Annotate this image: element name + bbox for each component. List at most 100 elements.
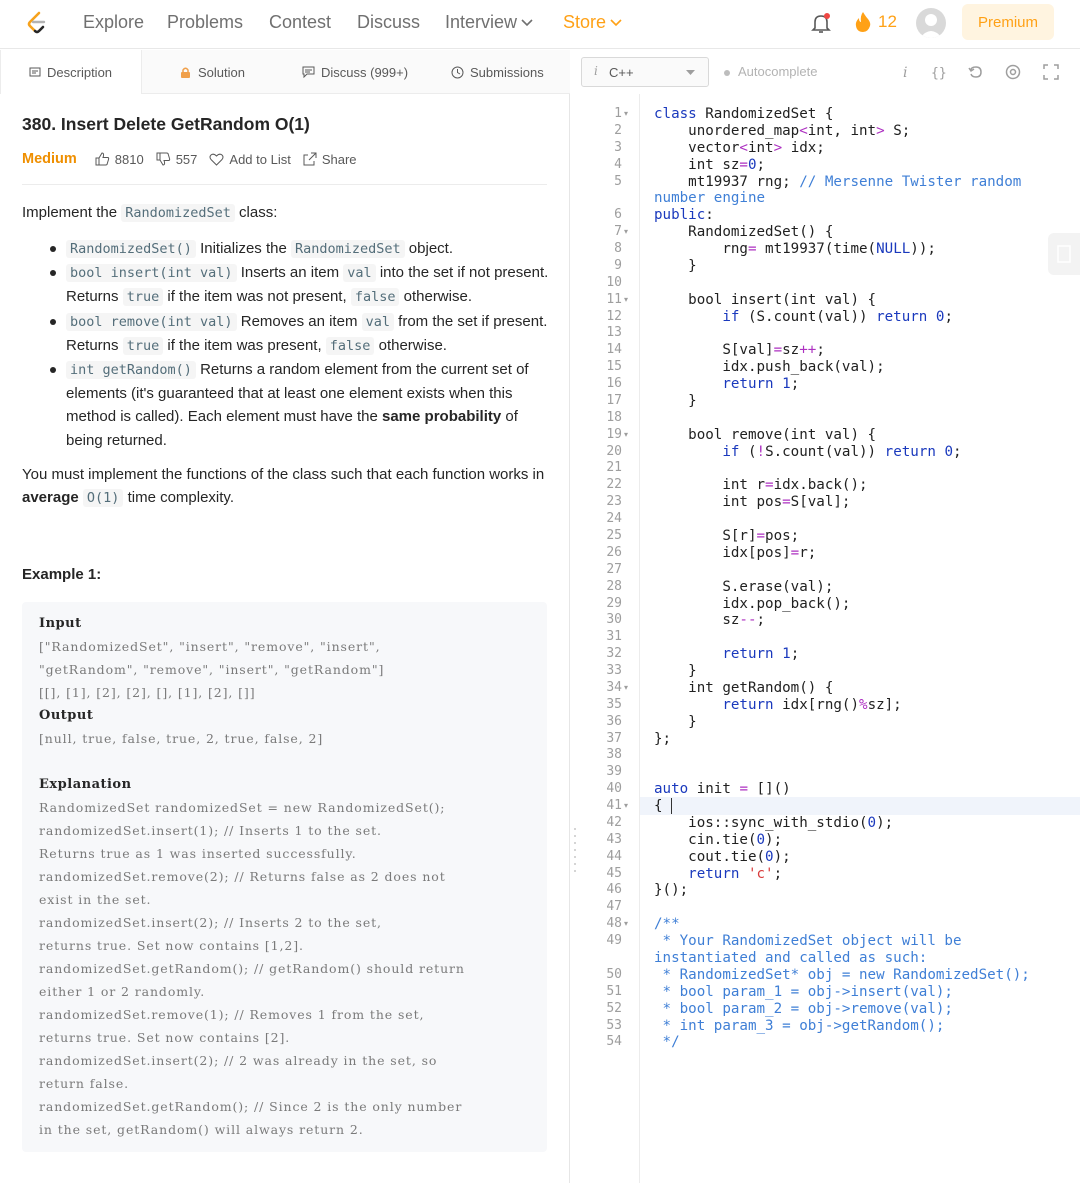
reset-icon[interactable] xyxy=(966,62,986,82)
code-token: (S.count(val)) xyxy=(747,308,877,325)
nav-contest[interactable]: Contest xyxy=(269,12,331,33)
notification-bell-icon[interactable] xyxy=(808,10,834,36)
code-line: S[r]=pos; xyxy=(654,528,799,544)
code-token: return xyxy=(884,443,945,460)
inline-code: RandomizedSet() xyxy=(66,240,196,258)
line-number: 13 xyxy=(606,325,622,341)
nav-problems[interactable]: Problems xyxy=(167,12,243,33)
code-line: mt19937 rng; // Mersenne Twister random xyxy=(654,174,1021,190)
code-token: = xyxy=(790,544,800,561)
code-token: cin.tie( xyxy=(654,831,757,848)
list-text: otherwise. xyxy=(399,288,472,306)
code-token: ); xyxy=(773,848,791,865)
code-line: idx[pos]=r; xyxy=(654,545,816,561)
fold-toggle-icon[interactable]: ▾ xyxy=(624,292,628,308)
leetcode-logo-icon[interactable] xyxy=(24,10,50,36)
code-token: int, int xyxy=(807,122,877,139)
code-line: * bool param_2 = obj->remove(val); xyxy=(654,1001,953,1017)
nav-explore[interactable]: Explore xyxy=(83,12,144,33)
fold-toggle-icon[interactable]: ▾ xyxy=(624,106,628,122)
code-token: // Mersenne Twister random xyxy=(799,173,1022,190)
code-token: S[r] xyxy=(654,528,757,544)
problem-tabbar: Description Solution Discuss (999+) Subm… xyxy=(0,50,570,94)
fold-toggle-icon[interactable]: ▾ xyxy=(624,224,628,240)
code-token: = xyxy=(765,477,774,494)
share-label: Share xyxy=(321,151,357,167)
inline-code: false xyxy=(350,288,400,307)
autocomplete-toggle[interactable]: Autocomplete xyxy=(724,64,818,79)
language-select-value: C++ xyxy=(609,65,634,80)
fold-toggle-icon[interactable]: ▾ xyxy=(624,680,628,696)
language-select[interactable]: i C++ xyxy=(581,57,709,87)
line-number: 11 xyxy=(606,291,622,307)
code-token: S.count(val)) xyxy=(765,443,885,460)
code-token: = xyxy=(739,156,748,173)
active-line-highlight xyxy=(640,797,1080,816)
code-token: return xyxy=(688,865,748,882)
line-number: 54 xyxy=(606,1034,622,1050)
avatar[interactable] xyxy=(916,8,946,38)
method-list: RandomizedSet() Initializes the Randomiz… xyxy=(44,237,552,452)
list-text: Initializes the xyxy=(195,240,291,257)
line-number: 23 xyxy=(606,494,622,510)
autocomplete-label: Autocomplete xyxy=(738,64,818,79)
code-line: class RandomizedSet { xyxy=(654,106,833,122)
inline-code: val xyxy=(361,312,394,331)
code-token: > xyxy=(773,139,791,156)
nav-store[interactable]: Store xyxy=(563,12,622,33)
code-token: } xyxy=(654,392,697,409)
line-number: 6 xyxy=(614,207,622,223)
line-number: 2 xyxy=(614,122,622,138)
line-number: 12 xyxy=(606,308,622,324)
code-token: S[val] xyxy=(654,342,774,359)
fold-toggle-icon[interactable]: ▾ xyxy=(624,916,628,932)
problem-title: 380. Insert Delete GetRandom O(1) xyxy=(22,114,310,134)
fold-toggle-icon[interactable]: ▾ xyxy=(624,798,628,814)
tab-discuss[interactable]: Discuss (999+) xyxy=(302,50,408,94)
premium-button[interactable]: Premium xyxy=(962,4,1054,40)
code-line: * Your RandomizedSet object will be xyxy=(654,933,962,949)
add-to-list-button[interactable]: Add to List xyxy=(209,151,291,167)
dislike-button[interactable]: 557 xyxy=(156,152,197,167)
nav-interview[interactable]: Interview xyxy=(445,12,533,33)
example-line: RandomizedSet randomizedSet = new Random… xyxy=(39,800,446,815)
code-token: r; xyxy=(799,544,817,561)
pane-resize-handle[interactable] xyxy=(572,826,578,878)
difficulty-badge: Medium xyxy=(22,151,77,167)
tab-solution[interactable]: Solution xyxy=(179,50,245,94)
code-token: idx; xyxy=(790,139,825,156)
add-to-list-label: Add to List xyxy=(229,151,291,167)
side-panel-toggle[interactable] xyxy=(1048,233,1080,275)
list-item: RandomizedSet() Initializes the Randomiz… xyxy=(44,237,552,261)
inline-code: val xyxy=(343,264,376,283)
code-editor[interactable]: 1 ▾ class RandomizedSet {2 unordered_map<i… xyxy=(570,94,1080,1183)
code-token: ; xyxy=(790,646,800,663)
info-icon[interactable]: i xyxy=(896,62,916,82)
fold-toggle-icon[interactable]: ▾ xyxy=(624,427,628,443)
line-number: 35 xyxy=(606,696,622,712)
streak-flame-icon[interactable] xyxy=(852,10,874,34)
tab-submissions[interactable]: Submissions xyxy=(451,50,544,94)
code-token: init xyxy=(696,781,740,798)
tab-description-label: Description xyxy=(47,64,113,80)
code-line: unordered_map<int, int> S; xyxy=(654,123,910,139)
nav-discuss[interactable]: Discuss xyxy=(357,12,420,33)
inline-code: true xyxy=(122,288,164,307)
code-token: 0 xyxy=(747,156,757,173)
line-number: 8 xyxy=(614,241,622,257)
like-button[interactable]: 8810 xyxy=(95,152,144,167)
tab-description[interactable]: Description xyxy=(0,50,142,94)
inline-code: true xyxy=(122,336,164,355)
inline-code: bool remove(int val) xyxy=(66,312,237,331)
share-button[interactable]: Share xyxy=(303,152,357,167)
fullscreen-icon[interactable] xyxy=(1041,62,1061,82)
example-line: Returns true as 1 was inserted successfu… xyxy=(39,846,357,861)
braces-icon[interactable]: {} xyxy=(929,62,949,82)
settings-icon[interactable] xyxy=(1003,62,1023,82)
code-editor-pane: i C++ Autocomplete i {} 1 ▾ class Randomiz… xyxy=(570,50,1080,1183)
line-number: 49 xyxy=(606,933,622,949)
code-line: int r=idx.back(); xyxy=(654,477,867,494)
code-line: bool insert(int val) { xyxy=(654,292,876,308)
code-token: } xyxy=(654,257,697,274)
inline-code: RandomizedSet xyxy=(290,240,405,258)
